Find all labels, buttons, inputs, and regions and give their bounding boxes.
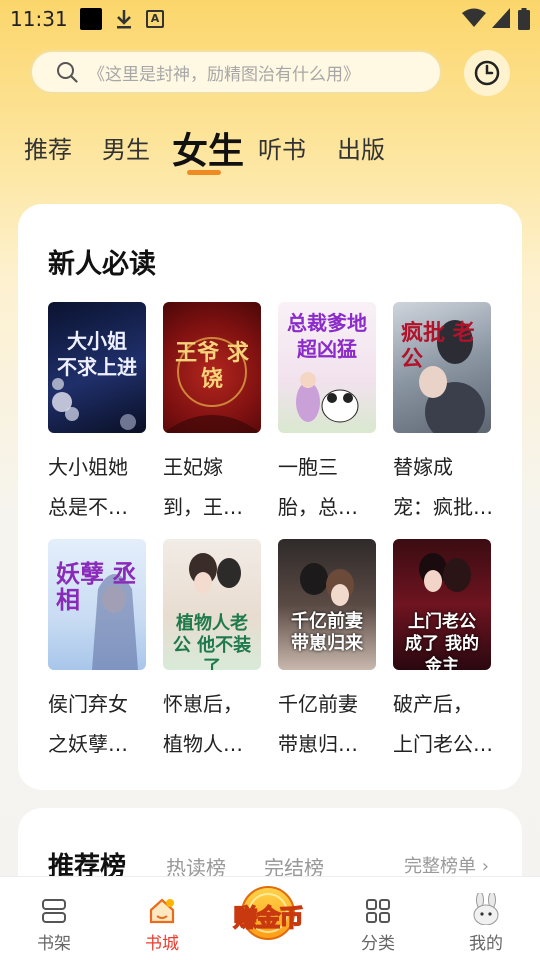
active-tab-indicator	[187, 170, 221, 175]
nav-label: 我的	[469, 934, 503, 954]
search-input[interactable]: 《这里是封神，励精图治有什么用》	[30, 50, 442, 94]
book-title: 一胞三 胎，总…	[278, 455, 358, 519]
full-ranking-link[interactable]: 完整榜单 ›	[404, 852, 489, 878]
cover-title: 王爷 求饶	[175, 340, 249, 392]
book-item[interactable]: 妖孽 丞相 侯门弃女 之妖孽…	[48, 539, 148, 764]
history-button[interactable]	[464, 50, 510, 96]
cover-title: 植物人老公 他不装了	[172, 613, 252, 670]
clock-icon	[474, 60, 500, 86]
book-title: 怀崽后， 植物人…	[163, 692, 243, 756]
book-cover[interactable]: 千亿前妻 带崽归来	[278, 539, 376, 670]
book-cover[interactable]: 妖孽 丞相	[48, 539, 146, 670]
bookshelf-icon	[42, 899, 66, 923]
cover-title: 大小姐 不求上进	[57, 329, 137, 379]
earn-coins-button[interactable]: 赚金币	[222, 884, 314, 942]
book-title: 大小姐她 总是不…	[48, 455, 128, 519]
search-icon	[57, 62, 78, 83]
cover-title: 上门老公成了 我的金主	[405, 612, 479, 670]
nav-category[interactable]: 分类	[338, 877, 418, 960]
status-bar: 11:31 A	[0, 0, 540, 36]
book-item[interactable]: 疯批 老公 替嫁成 宠：疯批…	[393, 302, 493, 527]
nav-label: 分类	[361, 934, 395, 954]
book-cover[interactable]: 大小姐 不求上进	[48, 302, 146, 433]
book-title: 千亿前妻 带崽归…	[278, 692, 358, 756]
status-time: 11:31	[10, 7, 68, 31]
nav-bookstore[interactable]: 书城	[122, 877, 202, 960]
tab-audiobook[interactable]: 听书	[258, 130, 306, 165]
nav-profile[interactable]: 我的	[446, 877, 526, 960]
cover-title: 疯批 老公	[401, 320, 475, 372]
category-tabs: 推荐 男生 女生 听书 出版	[0, 120, 540, 180]
nav-bookshelf[interactable]: 书架	[14, 877, 94, 960]
tab-male[interactable]: 男生	[102, 130, 150, 165]
cover-title: 妖孽 丞相	[56, 559, 137, 614]
download-icon	[117, 10, 131, 29]
book-item[interactable]: 植物人老公 他不装了 怀崽后， 植物人…	[163, 539, 263, 764]
a-notification-icon: A	[146, 10, 164, 28]
tab-recommend[interactable]: 推荐	[24, 130, 72, 165]
nav-label: 书架	[37, 934, 71, 954]
app-notification-icon	[80, 8, 102, 30]
nav-label: 书城	[145, 934, 179, 954]
book-item[interactable]: 王爷 求饶 王妃嫁 到，王…	[163, 302, 263, 527]
bookstore-icon	[149, 898, 175, 924]
book-title: 侯门弃女 之妖孽…	[48, 692, 128, 756]
book-title: 破产后， 上门老公…	[393, 692, 493, 756]
tab-female[interactable]: 女生	[172, 122, 244, 174]
book-item[interactable]: 上门老公成了 我的金主 破产后， 上门老公…	[393, 539, 493, 764]
book-cover[interactable]: 疯批 老公	[393, 302, 491, 433]
section-title: 新人必读	[48, 249, 156, 280]
book-cover[interactable]: 王爷 求饶	[163, 302, 261, 433]
rabbit-avatar-icon	[473, 893, 499, 925]
search-placeholder: 《这里是封神，励精图治有什么用》	[88, 64, 360, 85]
book-cover[interactable]: 上门老公成了 我的金主	[393, 539, 491, 670]
battery-icon	[518, 8, 530, 30]
signal-icon	[492, 8, 510, 28]
cover-title: 总裁爹地 超凶猛	[287, 311, 367, 361]
new-reader-section: 新人必读 大小姐 不求上进 大小姐她 总是不… 王爷 求饶 王妃嫁 到，王… 总…	[18, 204, 522, 790]
book-item[interactable]: 总裁爹地 超凶猛 一胞三 胎，总…	[278, 302, 378, 527]
tab-published[interactable]: 出版	[337, 130, 385, 165]
cover-title: 千亿前妻 带崽归来	[291, 611, 363, 654]
wifi-icon	[462, 8, 486, 27]
book-item[interactable]: 千亿前妻 带崽归来 千亿前妻 带崽归…	[278, 539, 378, 764]
book-cover[interactable]: 植物人老公 他不装了	[163, 539, 261, 670]
book-cover[interactable]: 总裁爹地 超凶猛	[278, 302, 376, 433]
book-title: 替嫁成 宠：疯批…	[393, 455, 493, 519]
earn-coins-label: 赚金币	[233, 903, 305, 933]
book-item[interactable]: 大小姐 不求上进 大小姐她 总是不…	[48, 302, 148, 527]
category-grid-icon	[366, 899, 390, 923]
book-title: 王妃嫁 到，王…	[163, 455, 243, 519]
